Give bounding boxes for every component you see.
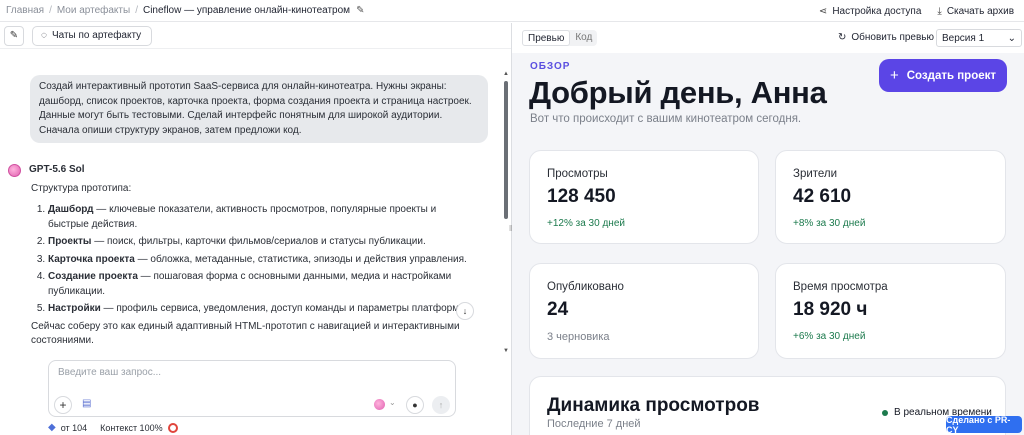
preview-toolbar: Превью Код ↻ Обновить превью Версия 1 ⌄ <box>512 23 1024 53</box>
breadcrumb-current: Cineflow — управление онлайн-кинотеатром <box>142 5 351 16</box>
refresh-preview-label: Обновить превью <box>851 32 935 43</box>
chat-toolbar: ✎ ◌ Чаты по артефакту <box>0 23 512 49</box>
chat-history: Создай интерактивный прототип SaaS-серви… <box>0 67 500 357</box>
preview-canvas: ОБЗОР Добрый день, Анна Вот что происход… <box>512 53 1024 435</box>
send-button[interactable]: ↑ <box>432 396 450 414</box>
refresh-preview-button[interactable]: ↻ Обновить превью <box>838 32 934 43</box>
list-item: Карточка проекта — обложка, метаданные, … <box>48 253 478 268</box>
access-settings-label: Настройка доступа <box>832 5 922 17</box>
top-bar: Главная / Мои артефакты / Cineflow — упр… <box>0 0 1024 22</box>
breadcrumb-artifacts[interactable]: Мои артефакты <box>57 5 130 16</box>
stat-delta: +8% за 30 дней <box>793 218 866 229</box>
usage-meta: ◆ от 104 Контекст 100% <box>48 422 178 433</box>
create-project-label: Создать проект <box>906 69 997 82</box>
breadcrumb-home[interactable]: Главная <box>6 5 44 16</box>
assistant-outro: Сейчас соберу это как единый адаптивный … <box>31 320 460 347</box>
refresh-icon: ↻ <box>838 32 847 43</box>
breadcrumb: Главная / Мои артефакты / Cineflow — упр… <box>0 5 366 16</box>
download-icon: ⤓ <box>937 5 942 17</box>
new-chat-button[interactable]: ✎ <box>4 25 24 46</box>
cost-label: от 104 <box>60 422 88 433</box>
plus-icon: + <box>59 398 67 412</box>
artifact-chats-label: Чаты по артефакту <box>51 30 142 41</box>
list-item: Настройки — профиль сервиса, уведомления… <box>48 302 478 317</box>
stat-delta: +12% за 30 дней <box>547 218 625 229</box>
assistant-name: GPT-5.6 Sol <box>29 164 85 175</box>
made-with-badge[interactable]: Сделано с PR-CY <box>946 415 1022 435</box>
stat-card-watch-time: Время просмотра 18 920 ч +6% за 30 дней <box>775 263 1006 359</box>
user-message: Создай интерактивный прототип SaaS-серви… <box>30 75 488 143</box>
stat-value: 24 <box>547 299 569 320</box>
structure-list: Дашборд — ключевые показатели, активност… <box>31 203 478 317</box>
chart-title: Динамика просмотров <box>547 395 760 416</box>
views-dynamics-card: Динамика просмотров Последние 7 дней В р… <box>529 376 1006 435</box>
list-item: Дашборд — ключевые показатели, активност… <box>48 203 478 232</box>
scroll-up-icon[interactable]: ▲ <box>503 71 509 77</box>
download-archive-label: Скачать архив <box>946 5 1014 17</box>
file-icon[interactable]: ▤ <box>82 398 91 409</box>
breadcrumb-separator: / <box>49 5 52 16</box>
scroll-to-bottom-button[interactable]: ↓ <box>456 302 474 320</box>
version-select[interactable]: Версия 1 ⌄ <box>936 29 1022 47</box>
add-attachment-button[interactable]: + <box>54 396 72 414</box>
voice-input-button[interactable]: ● <box>406 396 424 414</box>
assistant-message: GPT-5.6 Sol Структура прототипа: Дашборд… <box>8 163 478 349</box>
prompt-composer: Введите ваш запрос... + ▤ ⌄ ● ↑ <box>48 360 456 417</box>
live-dot-icon <box>882 409 888 416</box>
stat-delta: +6% за 30 дней <box>793 331 866 342</box>
breadcrumb-separator: / <box>135 5 138 16</box>
chat-panel: ✎ ◌ Чаты по артефакту Создай интерактивн… <box>0 23 512 435</box>
chat-bubble-icon: ◌ <box>41 30 47 41</box>
stat-card-viewers: Зрители 42 610 +8% за 30 дней <box>775 150 1006 244</box>
share-icon: ⋖ <box>818 5 828 17</box>
arrow-down-icon: ↓ <box>462 306 468 316</box>
context-ring-icon <box>167 422 178 433</box>
scroll-down-icon[interactable]: ▼ <box>503 348 509 354</box>
stat-label: Просмотры <box>547 168 608 180</box>
stat-card-published: Опубликовано 24 3 черновика <box>529 263 759 359</box>
chevron-down-icon[interactable]: ⌄ <box>389 398 396 407</box>
arrow-up-icon: ↑ <box>438 400 444 410</box>
create-project-button[interactable]: + Создать проект <box>879 59 1007 92</box>
section-eyebrow: ОБЗОР <box>530 61 571 72</box>
stat-value: 42 610 <box>793 186 852 207</box>
list-item: Создание проекта — пошаговая форма с осн… <box>48 270 478 299</box>
stat-note: 3 черновика <box>547 331 610 343</box>
chevron-down-icon: ⌄ <box>1007 32 1016 44</box>
chat-scrollbar[interactable] <box>503 67 509 357</box>
page-title: Добрый день, Анна <box>529 75 827 110</box>
stat-card-views: Просмотры 128 450 +12% за 30 дней <box>529 150 759 244</box>
stat-label: Опубликовано <box>547 281 624 293</box>
download-archive-button[interactable]: ⤓ Скачать архив <box>937 6 1014 17</box>
tab-code[interactable]: Код <box>570 30 597 46</box>
scrollbar-thumb[interactable] <box>504 81 508 219</box>
access-settings-button[interactable]: ⋖ Настройка доступа <box>819 6 921 17</box>
pencil-icon: ✎ <box>9 30 19 41</box>
page-subtitle: Вот что происходит с вашим кинотеатром с… <box>530 113 802 125</box>
stat-value: 18 920 ч <box>793 299 868 320</box>
plus-icon: + <box>889 67 899 84</box>
gem-icon: ◆ <box>48 422 56 433</box>
list-item: Проекты — поиск, фильтры, карточки фильм… <box>48 235 478 250</box>
assistant-intro: Структура прототипа: <box>31 182 132 194</box>
preview-panel: Превью Код ↻ Обновить превью Версия 1 ⌄ … <box>512 23 1024 435</box>
chart-subtitle: Последние 7 дней <box>547 418 641 430</box>
tab-preview[interactable]: Превью <box>522 30 571 46</box>
stat-label: Время просмотра <box>793 281 888 293</box>
view-switcher: Превью Код <box>522 30 598 46</box>
prompt-input[interactable]: Введите ваш запрос... <box>58 367 161 378</box>
microphone-icon: ● <box>412 400 418 410</box>
model-avatar-icon <box>8 163 21 177</box>
edit-title-icon[interactable]: ✎ <box>356 5 366 16</box>
stat-label: Зрители <box>793 168 838 180</box>
stat-value: 128 450 <box>547 186 616 207</box>
model-selector-icon[interactable] <box>374 399 385 410</box>
version-value: Версия 1 <box>942 32 985 44</box>
artifact-chats-button[interactable]: ◌ Чаты по артефакту <box>32 25 153 46</box>
context-label: Контекст 100% <box>100 422 163 433</box>
